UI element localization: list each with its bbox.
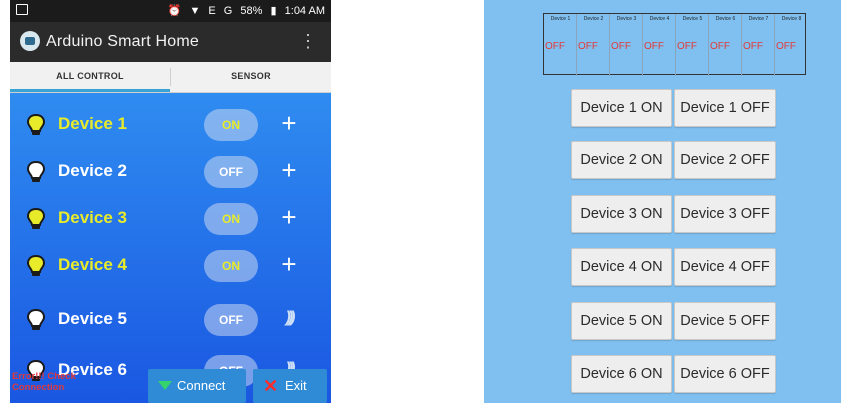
status-value: OFF bbox=[710, 41, 730, 52]
device-4-on-button[interactable]: Device 4 ON bbox=[571, 248, 672, 286]
bulb-icon bbox=[26, 254, 46, 276]
device-row: Device 3 ON + bbox=[10, 198, 331, 238]
plus-icon[interactable]: + bbox=[276, 155, 302, 185]
bulb-icon bbox=[26, 113, 46, 135]
android-app-screen: ⏰ ▼ E G 58% ▮ 1:04 AM Arduino Smart Home… bbox=[10, 0, 331, 403]
device-name: Device 4 bbox=[58, 255, 127, 274]
bulb-icon bbox=[26, 308, 46, 330]
exit-label: Exit bbox=[285, 378, 307, 393]
device-row: Device 5 OFF ))) bbox=[10, 299, 331, 339]
status-header: Device 3 bbox=[616, 16, 637, 22]
tab-bar: ALL CONTROL SENSOR bbox=[10, 62, 331, 93]
device-1-off-button[interactable]: Device 1 OFF bbox=[674, 89, 776, 127]
device-row: Device 4 ON + bbox=[10, 245, 331, 285]
bulb-icon bbox=[26, 207, 46, 229]
status-header: Device 8 bbox=[781, 16, 802, 22]
web-control-page: Device 1 OFF Device 2 OFF Device 3 OFF D… bbox=[484, 0, 841, 403]
status-value: OFF bbox=[611, 41, 631, 52]
app-title: Arduino Smart Home bbox=[46, 33, 199, 50]
tab-sensor[interactable]: SENSOR bbox=[171, 62, 331, 92]
plus-icon[interactable]: + bbox=[276, 108, 302, 138]
home-app-icon bbox=[20, 31, 40, 51]
status-value: OFF bbox=[644, 41, 664, 52]
device-5-off-button[interactable]: Device 5 OFF bbox=[674, 302, 776, 340]
connect-button[interactable]: Connect bbox=[148, 369, 246, 403]
device-6-on-button[interactable]: Device 6 ON bbox=[571, 355, 672, 393]
plus-icon[interactable]: + bbox=[276, 249, 302, 279]
status-value: OFF bbox=[677, 41, 697, 52]
device-3-off-button[interactable]: Device 3 OFF bbox=[674, 195, 776, 233]
status-cell: Device 3 OFF bbox=[610, 14, 643, 76]
status-header: Device 1 bbox=[550, 16, 571, 22]
connect-arrow-icon bbox=[158, 381, 172, 390]
device-name: Device 3 bbox=[58, 208, 127, 227]
device-toggle[interactable]: OFF bbox=[204, 156, 258, 188]
device-name: Device 2 bbox=[58, 161, 127, 180]
status-value: OFF bbox=[545, 41, 565, 52]
connection-error-text: Error!!! Check Connection bbox=[12, 371, 76, 393]
device-toggle[interactable]: ON bbox=[204, 203, 258, 235]
status-header: Device 7 bbox=[748, 16, 769, 22]
tab-all-control[interactable]: ALL CONTROL bbox=[10, 62, 170, 92]
device-status-table: Device 1 OFF Device 2 OFF Device 3 OFF D… bbox=[543, 13, 806, 76]
exit-button[interactable]: ✕ Exit bbox=[253, 369, 327, 403]
status-cell: Device 7 OFF bbox=[742, 14, 775, 76]
device-row: Device 2 OFF + bbox=[10, 151, 331, 191]
device-toggle[interactable]: ON bbox=[204, 109, 258, 141]
battery-icon: ▮ bbox=[270, 5, 277, 17]
device-5-on-button[interactable]: Device 5 ON bbox=[571, 302, 672, 340]
clock: 1:04 AM bbox=[284, 5, 325, 17]
device-4-off-button[interactable]: Device 4 OFF bbox=[674, 248, 776, 286]
status-cell: Device 4 OFF bbox=[643, 14, 676, 76]
device-toggle[interactable]: ON bbox=[204, 250, 258, 282]
bulb-icon bbox=[26, 160, 46, 182]
device-2-on-button[interactable]: Device 2 ON bbox=[571, 141, 672, 179]
bottom-bar: Error!!! Check Connection Connect ✕ Exit bbox=[10, 369, 331, 403]
connect-label: Connect bbox=[177, 378, 226, 393]
status-header: Device 2 bbox=[583, 16, 604, 22]
device-list: Device 1 ON + Device 2 OFF + Device 3 ON… bbox=[10, 93, 331, 403]
status-value: OFF bbox=[743, 41, 763, 52]
battery-level: 58% bbox=[240, 5, 263, 17]
status-header: Device 5 bbox=[682, 16, 703, 22]
device-row: Device 1 ON + bbox=[10, 104, 331, 144]
status-value: OFF bbox=[578, 41, 598, 52]
status-header: Device 4 bbox=[649, 16, 670, 22]
close-icon: ✕ bbox=[263, 376, 279, 396]
wifi-icon: ▼ bbox=[189, 5, 201, 17]
status-cell: Device 6 OFF bbox=[709, 14, 742, 76]
status-cell: Device 1 OFF bbox=[544, 14, 577, 76]
app-bar: Arduino Smart Home ⋮ bbox=[10, 22, 331, 62]
screen-notification-icon bbox=[16, 4, 28, 15]
device-name: Device 5 bbox=[58, 309, 127, 328]
overflow-menu-icon[interactable]: ⋮ bbox=[299, 32, 317, 50]
device-name: Device 1 bbox=[58, 114, 127, 133]
device-1-on-button[interactable]: Device 1 ON bbox=[571, 89, 672, 127]
alarm-icon: ⏰ bbox=[167, 5, 182, 17]
device-3-on-button[interactable]: Device 3 ON bbox=[571, 195, 672, 233]
status-cell: Device 8 OFF bbox=[775, 14, 806, 76]
status-cell: Device 2 OFF bbox=[577, 14, 610, 76]
device-toggle[interactable]: OFF bbox=[204, 304, 258, 336]
status-cell: Device 5 OFF bbox=[676, 14, 709, 76]
device-2-off-button[interactable]: Device 2 OFF bbox=[674, 141, 776, 179]
device-6-off-button[interactable]: Device 6 OFF bbox=[674, 355, 776, 393]
status-header: Device 6 bbox=[715, 16, 736, 22]
signal-wave-icon[interactable]: ))) bbox=[276, 303, 302, 333]
network-type-e: E bbox=[208, 5, 216, 17]
status-value: OFF bbox=[776, 41, 796, 52]
plus-icon[interactable]: + bbox=[276, 202, 302, 232]
status-bar: ⏰ ▼ E G 58% ▮ 1:04 AM bbox=[10, 0, 331, 22]
network-type-g: G bbox=[223, 5, 233, 17]
